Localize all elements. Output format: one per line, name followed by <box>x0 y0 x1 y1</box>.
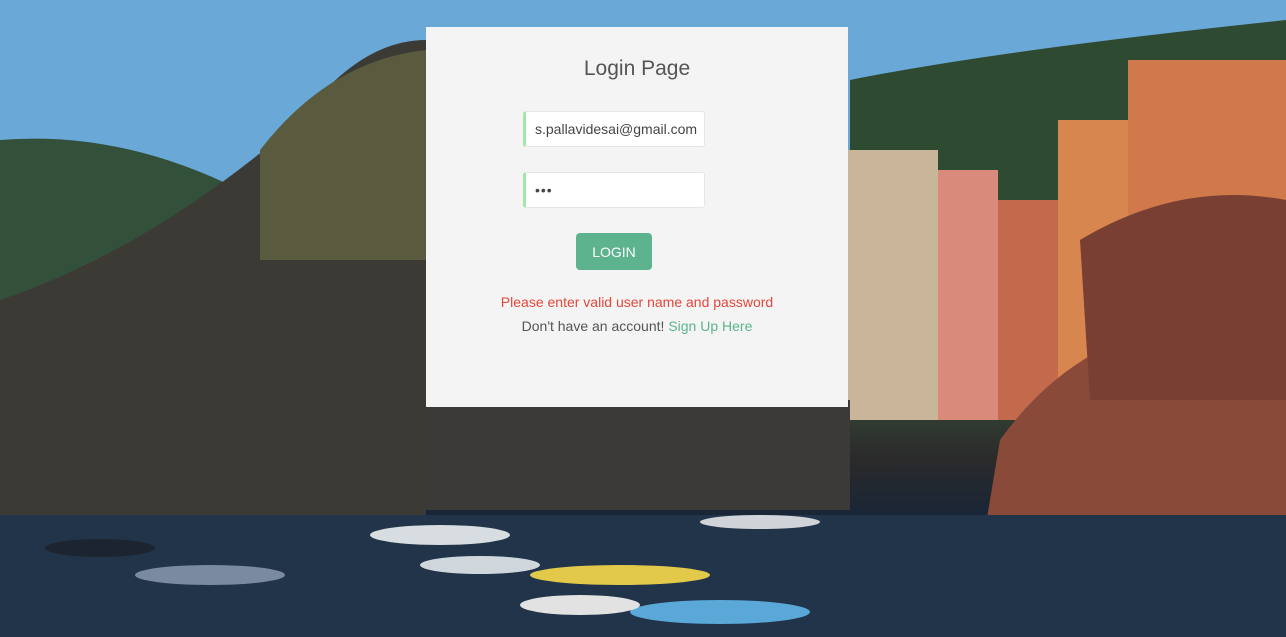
signup-prompt: Don't have an account! <box>521 318 665 334</box>
login-card: Login Page LOGIN Please enter valid user… <box>426 27 848 407</box>
error-message: Please enter valid user name and passwor… <box>500 294 774 310</box>
login-button[interactable]: LOGIN <box>576 233 652 270</box>
email-field[interactable] <box>523 111 705 147</box>
signup-row: Don't have an account! Sign Up Here <box>426 318 848 334</box>
password-field[interactable] <box>523 172 705 208</box>
signup-link[interactable]: Sign Up Here <box>668 318 752 334</box>
page-title: Login Page <box>583 57 691 80</box>
